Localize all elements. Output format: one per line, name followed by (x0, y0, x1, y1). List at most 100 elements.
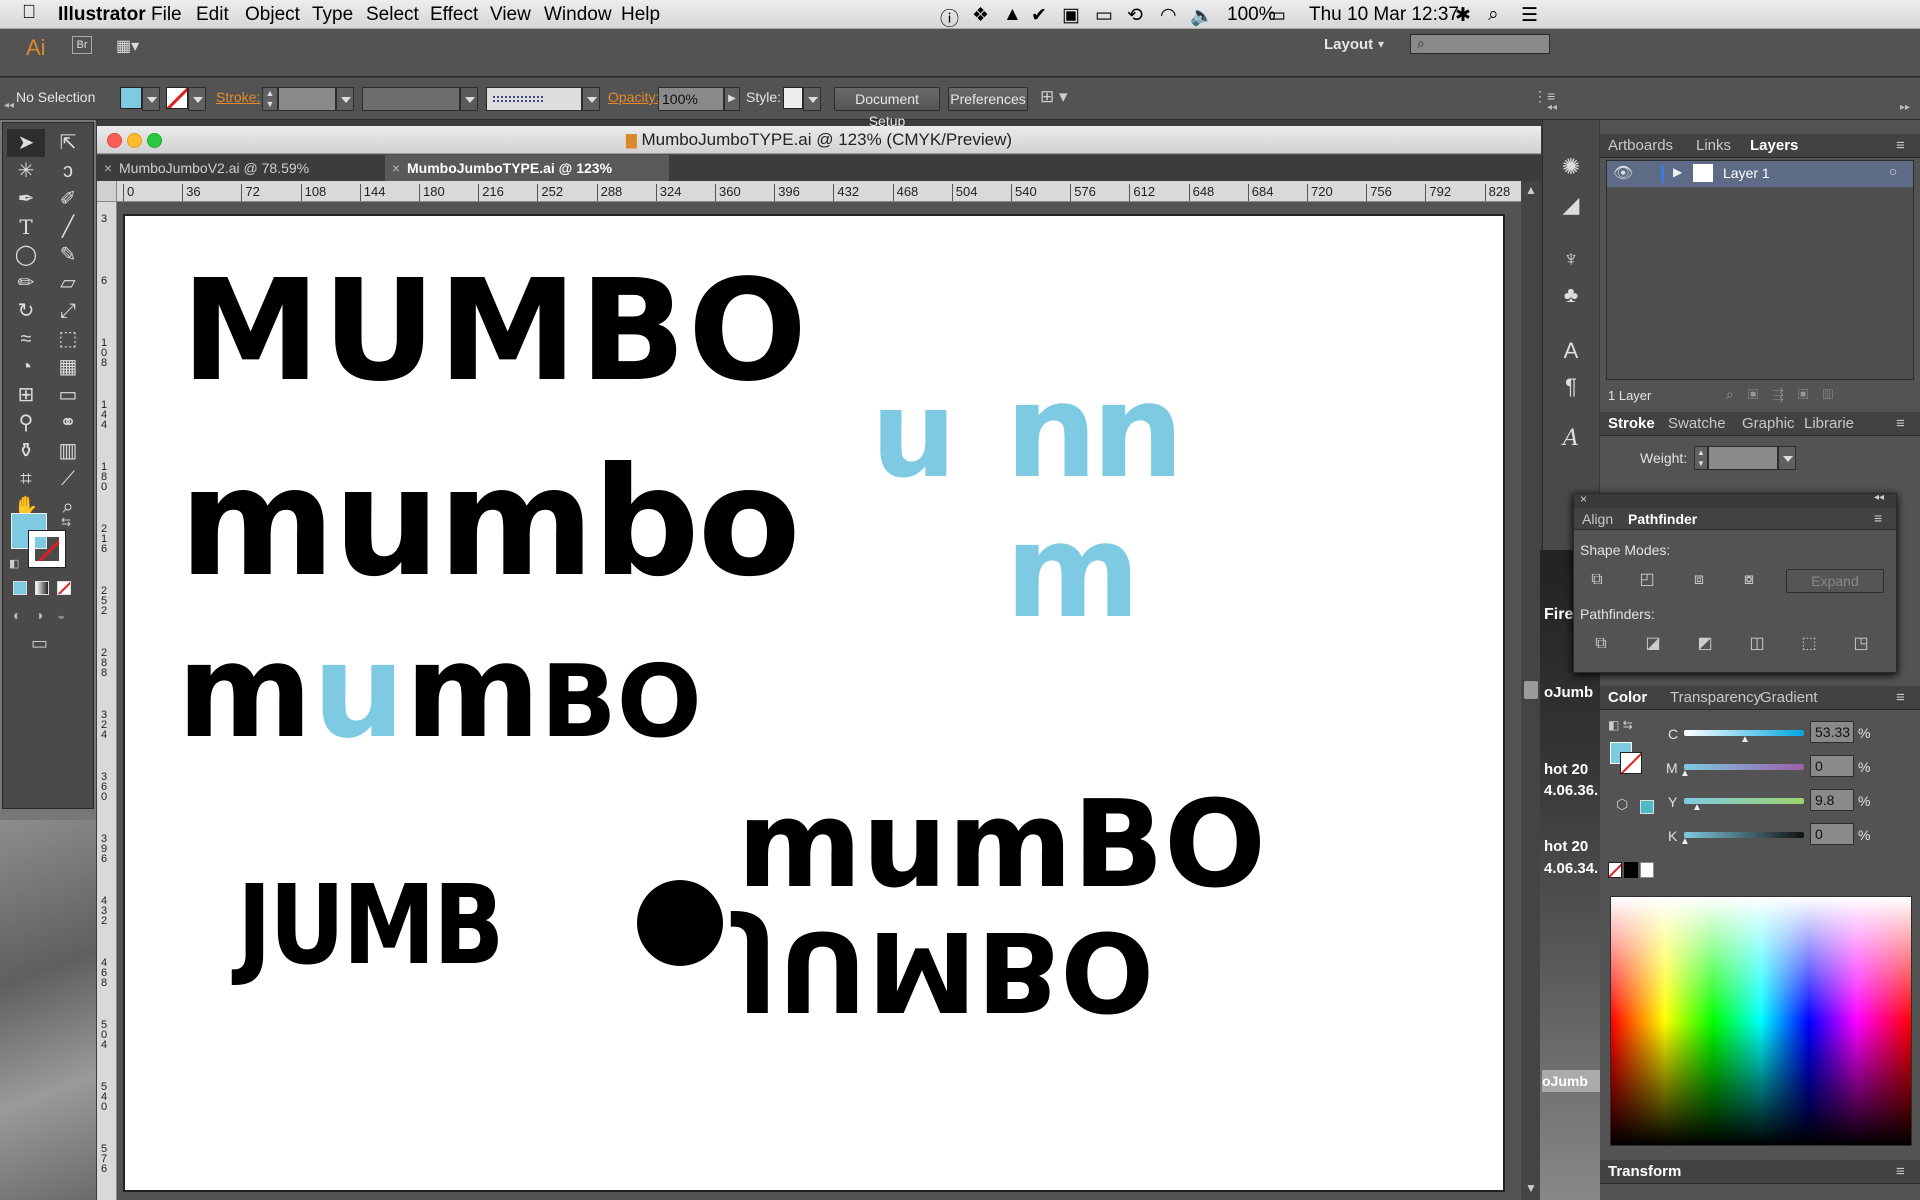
magenta-slider[interactable] (1684, 764, 1804, 770)
menu-window[interactable]: Window (544, 4, 612, 26)
paragraph-icon[interactable]: ¶ (1556, 374, 1586, 402)
tab-transparency[interactable]: Transparency (1670, 689, 1761, 706)
rotate-tool-icon[interactable]: ↻ (7, 297, 45, 325)
panel-menu-icon[interactable]: ≡ (1896, 137, 1905, 154)
blend-tool-icon[interactable]: ⚭ (49, 409, 87, 437)
style-dropdown[interactable] (803, 87, 821, 111)
screen-mode-icon[interactable]: ▭ (31, 633, 48, 654)
none-color-button[interactable] (1608, 862, 1622, 878)
text-mumbo-upper[interactable]: MUMBO (181, 262, 809, 402)
menu-select[interactable]: Select (366, 4, 419, 26)
opacity-label[interactable]: Opacity: (608, 89, 659, 105)
battery-icon[interactable]: ▭ (1268, 4, 1286, 27)
minus-front-icon[interactable]: ◰ (1634, 568, 1660, 592)
gradient-mode-icon[interactable] (35, 581, 49, 595)
tab-transform[interactable]: Transform (1608, 1163, 1681, 1180)
bridge-button[interactable]: Br (72, 36, 92, 54)
swap-colors-icon[interactable]: ⇆ (61, 515, 71, 529)
black-color-button[interactable] (1624, 862, 1638, 878)
scroll-up-icon[interactable]: ▲ (1525, 183, 1537, 197)
warp-tool-icon[interactable]: ≈ (7, 325, 45, 353)
stroke-color-box[interactable] (28, 530, 66, 568)
expand-button[interactable]: Expand (1786, 569, 1884, 593)
info-icon[interactable]: ⓘ (940, 4, 959, 31)
arrange-documents-icon[interactable]: ▦▾ (116, 36, 146, 55)
tab-layers[interactable]: Layers (1750, 137, 1798, 154)
stroke-label[interactable]: Stroke: (216, 89, 260, 105)
ellipse-tool-icon[interactable]: ◯ (7, 241, 45, 269)
stroke-swatch[interactable] (166, 87, 188, 109)
line-tool-icon[interactable]: ╱ (49, 213, 87, 241)
default-colors-icon[interactable]: ◧ (9, 557, 19, 570)
shape-builder-icon[interactable]: ◔ (7, 353, 45, 381)
divide-icon[interactable]: ⧉ (1588, 632, 1614, 656)
profile-dropdown[interactable] (460, 87, 478, 111)
stroke-weight-input[interactable] (278, 87, 336, 111)
time-machine-icon[interactable]: ⟲ (1127, 4, 1143, 27)
paintbrush-icon[interactable]: ✎ (49, 241, 87, 269)
eye-icon[interactable]: 👁 (1613, 163, 1633, 183)
style-swatch[interactable] (783, 87, 803, 109)
selection-tool-icon[interactable]: ➤ (7, 129, 45, 157)
apple-icon[interactable]:  (22, 2, 36, 24)
stroke-weight-stepper[interactable]: ▲ ▼ (262, 87, 278, 111)
tab-color[interactable]: Color (1608, 689, 1647, 706)
web-safe-color-swatch[interactable] (1640, 800, 1654, 814)
club-icon[interactable]: ♣ (1556, 282, 1586, 310)
lasso-icon[interactable]: ↄ (49, 157, 87, 185)
help-search-input[interactable]: ⌕ (1410, 34, 1550, 54)
check-icon[interactable]: ✔ (1031, 4, 1047, 27)
tab-align[interactable]: Align (1582, 511, 1613, 527)
brush-panel-icon[interactable]: ♆ (1556, 246, 1586, 274)
layer-row[interactable]: 👁 ▶ Layer 1 ○ (1607, 161, 1913, 187)
artboard-tool-icon[interactable]: ⌗ (7, 465, 45, 493)
document-setup-button[interactable]: Document Setup (834, 87, 940, 129)
tab-swatches[interactable]: Swatche (1668, 415, 1726, 432)
column-graph-icon[interactable]: ▥ (49, 437, 87, 465)
close-icon[interactable]: × (1580, 492, 1587, 506)
draw-behind-icon[interactable]: ◑ (35, 607, 43, 623)
crop-icon[interactable]: ◫ (1744, 632, 1770, 656)
menu-type[interactable]: Type (312, 4, 353, 26)
horizontal-ruler[interactable]: 0 36 72 108 144 180 216 252 288 324 360 396 432 468 50… (117, 181, 1521, 202)
zoom-window-button[interactable] (147, 133, 162, 148)
none-mode-icon[interactable] (57, 581, 71, 595)
magenta-input[interactable]: 0 (1810, 755, 1854, 777)
volume-icon[interactable]: 🔈 (1190, 4, 1214, 28)
draw-inside-icon[interactable]: ◒ (57, 607, 65, 623)
eraser-icon[interactable]: ▱ (49, 269, 87, 297)
drive-icon[interactable]: ▲ (1003, 4, 1022, 26)
merge-icon[interactable]: ◩ (1692, 632, 1718, 656)
close-tab-icon[interactable]: × (392, 155, 400, 181)
menu-help[interactable]: Help (621, 4, 660, 26)
panel-menu-icon[interactable]: ≡ (1896, 415, 1905, 432)
brush-dropdown[interactable] (582, 87, 600, 111)
black-slider[interactable] (1684, 832, 1804, 838)
white-color-button[interactable] (1640, 862, 1654, 878)
draw-normal-icon[interactable]: ◐ (13, 607, 21, 623)
yellow-slider-thumb[interactable]: ▲ (1692, 802, 1702, 813)
fill-swatch[interactable] (120, 87, 142, 109)
slice-tool-icon[interactable]: ⟋ (49, 465, 87, 493)
brushes-icon[interactable]: ✺ (1556, 154, 1586, 182)
unite-icon[interactable]: ⧉ (1584, 568, 1610, 592)
chevron-down-icon[interactable]: ▾ (1378, 37, 1384, 51)
vertical-scrollbar[interactable]: ▲ ▼ (1521, 181, 1541, 1200)
stroke-weight-dropdown[interactable] (336, 87, 354, 111)
weight-input[interactable] (1708, 446, 1778, 470)
panel-menu-icon[interactable]: ≡ (1874, 510, 1882, 526)
align-icon[interactable]: ⊞ ▾ (1040, 87, 1068, 107)
variable-width-profile[interactable] (362, 87, 460, 111)
free-transform-icon[interactable]: ⬚ (49, 325, 87, 353)
scroll-thumb[interactable] (1524, 681, 1538, 699)
target-icon[interactable]: ○ (1889, 163, 1897, 179)
artboard[interactable]: MUMBO mumbo mumBO JUMB mumBO JUMBO u nn … (123, 214, 1505, 1192)
scroll-down-icon[interactable]: ▼ (1525, 1181, 1537, 1195)
clock[interactable]: Thu 10 Mar 12:37 (1309, 4, 1459, 26)
direct-selection-tool-icon[interactable]: ⇱ (49, 129, 87, 157)
magic-wand-icon[interactable]: ✳ (7, 157, 45, 185)
close-tab-icon[interactable]: × (104, 155, 112, 181)
vertical-ruler[interactable]: 3 6 1 0 8 1 4 4 1 8 0 2 1 6 2 5 2 2 8 8 3 2 4 3 6… (97, 202, 117, 1200)
spotlight-icon[interactable]: ⌕ (1488, 4, 1499, 26)
text-jumbo-flipped[interactable]: JUMBO (737, 907, 1154, 1035)
